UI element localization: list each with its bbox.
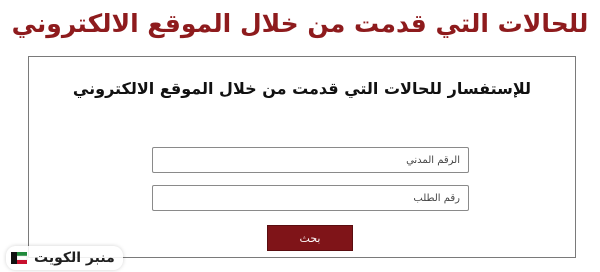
civil-id-input[interactable] xyxy=(152,147,469,173)
site-watermark: منبر الكويت xyxy=(6,246,123,270)
watermark-text: منبر الكويت xyxy=(34,250,115,266)
page-title: للحالات التي قدمت من خلال الموقع الالكتر… xyxy=(11,9,589,38)
search-button[interactable]: بحث xyxy=(267,225,353,251)
request-number-input[interactable] xyxy=(152,185,469,211)
inquiry-form-panel: للإستفسار للحالات التي قدمت من خلال المو… xyxy=(28,56,576,258)
kuwait-flag-logo-icon xyxy=(10,249,28,267)
form-title: للإستفسار للحالات التي قدمت من خلال المو… xyxy=(72,79,532,98)
